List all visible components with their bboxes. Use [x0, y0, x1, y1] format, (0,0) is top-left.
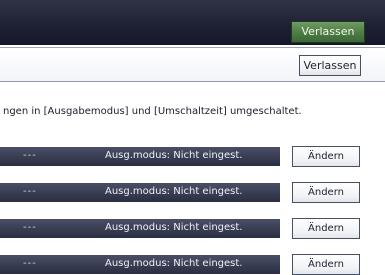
output-mode-row: --- Ausg.modus: Nicht eingest.: [0, 147, 280, 166]
output-mode-row: --- Ausg.modus: Nicht eingest.: [0, 183, 280, 202]
row-status-text: Ausg.modus: Nicht eingest.: [105, 150, 243, 161]
row-status-text: Ausg.modus: Nicht eingest.: [105, 222, 243, 233]
change-button[interactable]: Ändern: [292, 254, 360, 275]
row-dash: ---: [23, 150, 37, 161]
change-button[interactable]: Ändern: [292, 146, 360, 167]
output-mode-row: --- Ausg.modus: Nicht eingest.: [0, 255, 280, 274]
exit-button-secondary[interactable]: Verlassen: [299, 55, 361, 76]
change-button[interactable]: Ändern: [292, 218, 360, 239]
row-status-text: Ausg.modus: Nicht eingest.: [105, 186, 243, 197]
info-message: ngen in [Ausgabemodus] und [Umschaltzeit…: [3, 106, 302, 117]
row-dash: ---: [23, 222, 37, 233]
row-status-text: Ausg.modus: Nicht eingest.: [105, 258, 243, 269]
exit-button[interactable]: Verlassen: [291, 21, 365, 43]
change-button[interactable]: Ändern: [292, 182, 360, 203]
screen: Verlassen Verlassen ngen in [Ausgabemodu…: [0, 0, 385, 275]
output-mode-row: --- Ausg.modus: Nicht eingest.: [0, 219, 280, 238]
top-header-bar: Verlassen: [0, 0, 385, 45]
row-dash: ---: [23, 186, 37, 197]
sub-header-bar: Verlassen: [0, 47, 385, 82]
row-dash: ---: [23, 258, 37, 269]
